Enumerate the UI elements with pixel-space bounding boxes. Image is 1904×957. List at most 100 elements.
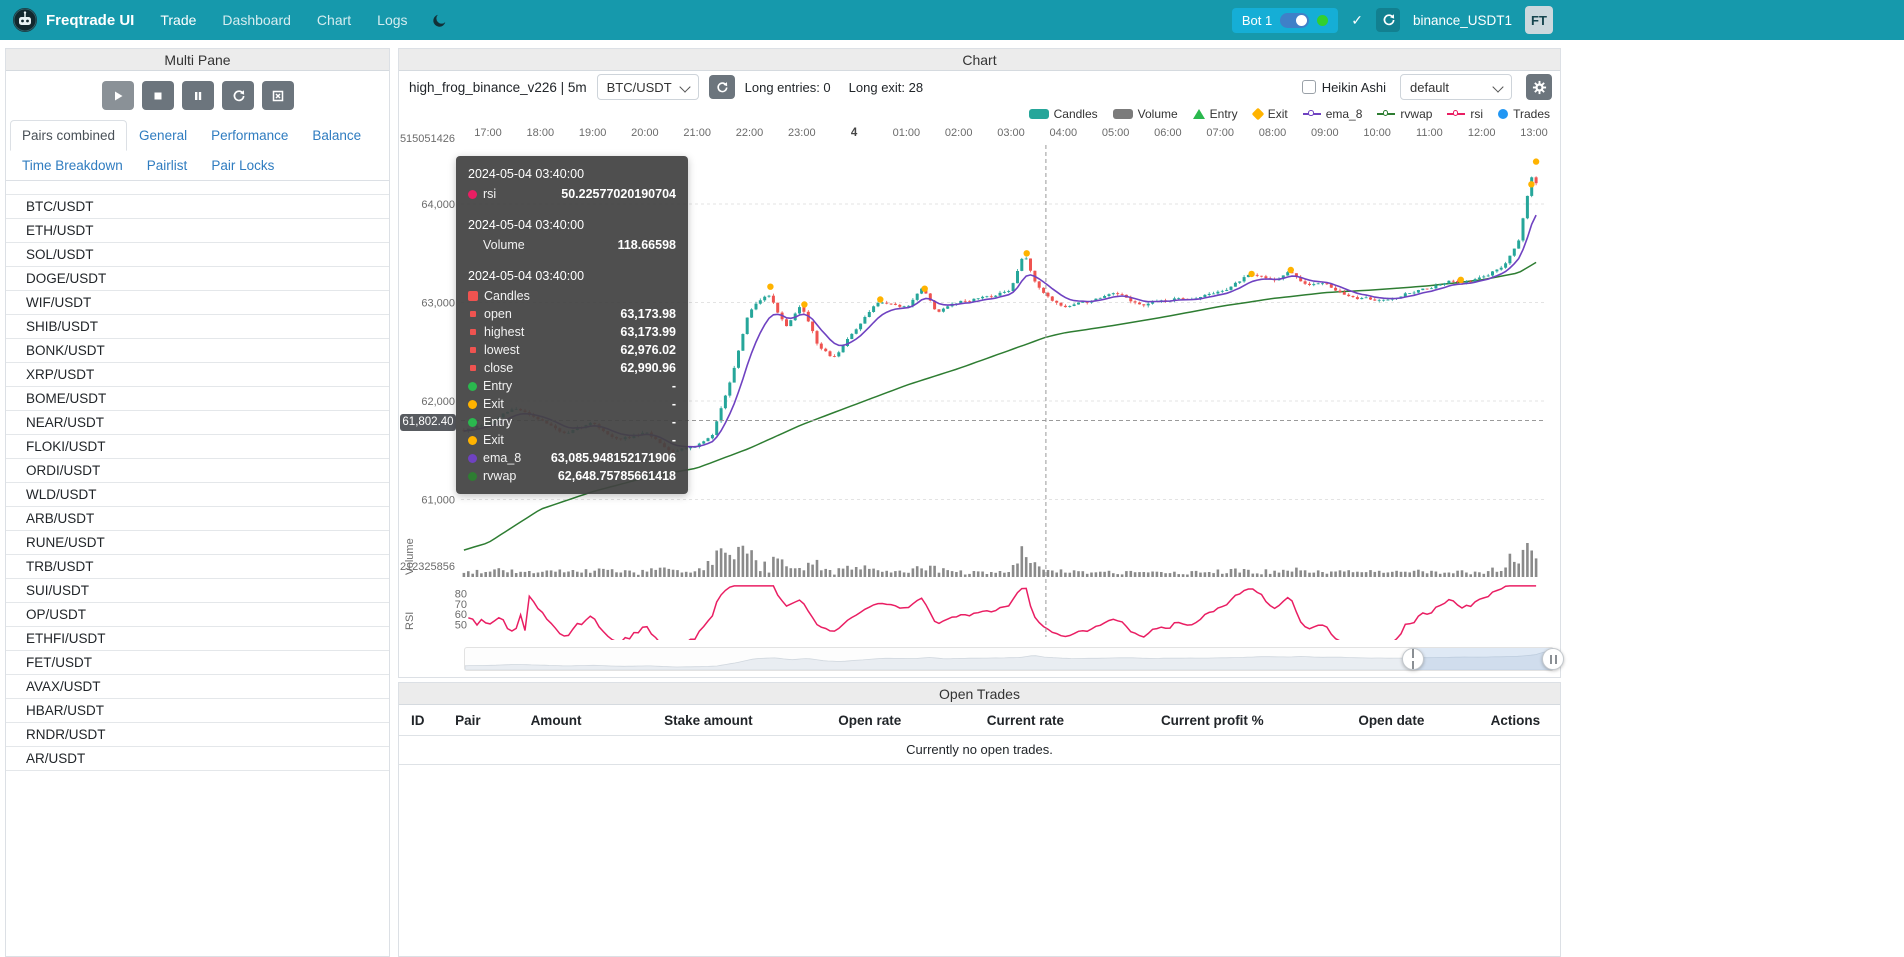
bot-name: binance_USDT1 [1413,13,1512,28]
svg-text:09:00: 09:00 [1311,127,1339,139]
pair-row[interactable]: ETH/USDT [6,219,389,243]
pair-row[interactable]: AVAX/USDT [6,675,389,699]
datazoom-slider[interactable] [464,647,1554,671]
play-button[interactable] [102,81,134,110]
tab[interactable]: Pair Locks [199,150,286,181]
nav-item[interactable]: Trade [160,12,196,28]
pair-select[interactable]: BTC/USDT [597,74,699,100]
col-pair[interactable]: Pair [443,705,518,736]
gear-icon [1532,80,1547,95]
pair-row[interactable]: DOGE/USDT [6,267,389,291]
col-open-date[interactable]: Open date [1346,705,1478,736]
bot-selector[interactable]: Bot 1 [1232,8,1338,33]
nav-item[interactable]: Logs [377,12,407,28]
legend-exit[interactable]: Exit [1253,107,1288,121]
legend-trades[interactable]: Trades [1498,107,1550,121]
tab[interactable]: General [127,120,199,151]
legend-rvwap[interactable]: rvwap [1377,107,1432,121]
col-amount[interactable]: Amount [519,705,653,736]
svg-text:02:00: 02:00 [945,127,973,139]
svg-text:13:00: 13:00 [1520,127,1548,139]
col-id[interactable]: ID [399,705,443,736]
tab[interactable]: Performance [199,120,300,151]
svg-text:23:00: 23:00 [788,127,816,139]
candles-marker-icon [468,291,478,301]
col-current-profit-[interactable]: Current profit % [1149,705,1346,736]
pair-row[interactable]: XRP/USDT [6,363,389,387]
datazoom-silhouette [465,648,1553,670]
pair-row[interactable]: SUI/USDT [6,579,389,603]
pair-row[interactable]: BOME/USDT [6,387,389,411]
tab[interactable]: Time Breakdown [10,150,135,181]
tab[interactable]: Balance [300,120,373,151]
pair-row[interactable]: SHIB/USDT [6,315,389,339]
reload-button[interactable] [222,81,254,110]
col-stake-amount[interactable]: Stake amount [652,705,826,736]
theme-toggle[interactable] [432,12,448,28]
stop-button[interactable] [142,81,174,110]
pair-row[interactable]: WIF/USDT [6,291,389,315]
pair-row[interactable]: NEAR/USDT [6,411,389,435]
bot-badge-label: Bot 1 [1242,13,1272,28]
col-actions[interactable]: Actions [1479,705,1560,736]
legend-rsi[interactable]: rsi [1447,107,1483,121]
trades-circle-icon [1498,109,1508,119]
pair-row[interactable]: BONK/USDT [6,339,389,363]
datazoom-handle-right[interactable] [1542,648,1564,670]
heikin-ashi-label: Heikin Ashi [1322,80,1386,95]
pair-row[interactable]: BTC/USDT [6,195,389,219]
pair-row[interactable]: WLD/USDT [6,483,389,507]
heikin-ashi-checkbox[interactable] [1302,80,1316,94]
legend-volume[interactable]: Volume [1113,107,1178,121]
pair-row[interactable]: RNDR/USDT [6,723,389,747]
candles-swatch-icon [1029,109,1049,119]
col-open-rate[interactable]: Open rate [826,705,975,736]
pair-row[interactable]: RUNE/USDT [6,531,389,555]
legend-entry[interactable]: Entry [1193,107,1238,121]
bot-toggle-switch[interactable] [1280,13,1309,28]
plot-config-value: default [1410,80,1449,95]
col-current-rate[interactable]: Current rate [975,705,1149,736]
entry-marker-icon [468,418,477,427]
svg-text:RSI: RSI [404,612,416,630]
pause-button[interactable] [182,81,214,110]
pair-row[interactable]: FLOKI/USDT [6,435,389,459]
bot-ok-check-icon: ✓ [1351,12,1363,29]
refresh-chart-button[interactable] [709,75,735,99]
chart-panel-title: Chart [399,49,1560,71]
pair-row[interactable]: TRB/USDT [6,555,389,579]
forceexit-button[interactable] [262,81,294,110]
avatar[interactable]: FT [1525,6,1553,34]
svg-text:20:00: 20:00 [631,127,659,139]
legend-ema_8[interactable]: ema_8 [1303,107,1363,121]
tab[interactable]: Pairs combined [10,120,127,151]
reload-icon [1381,13,1395,27]
pair-row[interactable]: ARB/USDT [6,507,389,531]
legend-candles[interactable]: Candles [1029,107,1098,121]
nav-item[interactable]: Dashboard [222,12,291,28]
entry-triangle-icon [1193,109,1205,119]
nav-item[interactable]: Chart [317,12,351,28]
pair-row[interactable]: ORDI/USDT [6,459,389,483]
pair-row[interactable]: HBAR/USDT [6,699,389,723]
strategy-label: high_frog_binance_v226 | 5m [409,80,587,95]
plot-settings-button[interactable] [1526,74,1552,100]
stop-icon [151,89,165,103]
svg-text:63,000: 63,000 [421,298,455,310]
datazoom-selection[interactable] [1413,648,1553,670]
pair-row[interactable]: SOL/USDT [6,243,389,267]
pair-row[interactable]: OP/USDT [6,603,389,627]
pair-row[interactable]: AR/USDT [6,747,389,771]
volume-swatch-icon [1113,109,1133,119]
pair-row[interactable]: FET/USDT [6,651,389,675]
datazoom-handle-left[interactable] [1402,648,1424,670]
pair-row[interactable]: ETHFI/USDT [6,627,389,651]
tooltip-row: ema_863,085.948152171906 [468,449,676,467]
brand[interactable]: Freqtrade UI [12,7,134,33]
plot-config-select[interactable]: default [1400,74,1512,100]
multi-pane-title: Multi Pane [6,49,389,71]
reload-bot-button[interactable] [1376,8,1400,32]
tab[interactable]: Pairlist [135,150,200,181]
tooltip-row: Volume118.66598 [468,236,676,254]
svg-text:17:00: 17:00 [474,127,502,139]
